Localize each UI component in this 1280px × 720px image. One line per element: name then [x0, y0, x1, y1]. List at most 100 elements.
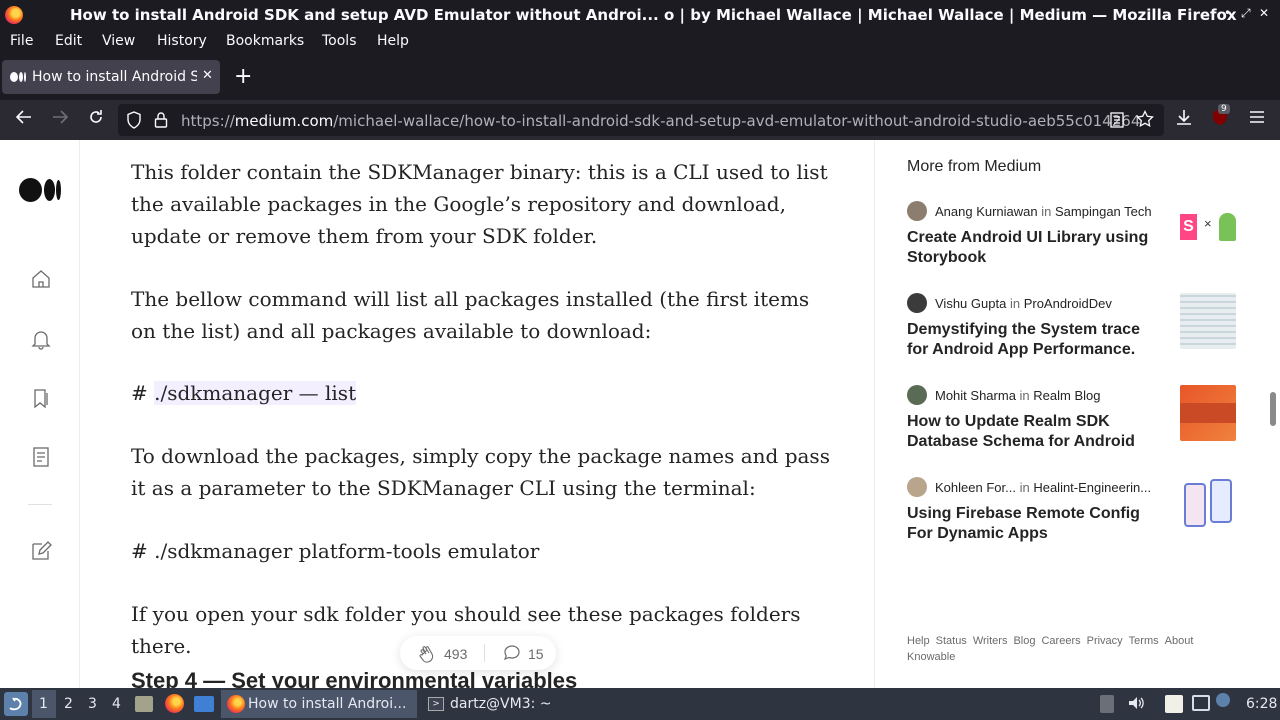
workspace-3[interactable]: 3 — [88, 696, 97, 712]
menu-file[interactable]: File — [10, 33, 33, 49]
file-manager-icon[interactable] — [135, 696, 153, 712]
terminal-icon: > — [428, 697, 444, 711]
write-icon[interactable] — [30, 540, 52, 566]
tab-active[interactable]: How to install Android SDK and setup AVD… — [2, 60, 220, 94]
story-card[interactable]: Vishu Gupta in ProAndroidDev Demystifyin… — [907, 293, 1237, 373]
footer-link-writers[interactable]: Writers — [973, 635, 1008, 647]
page-scrollbar[interactable] — [1270, 392, 1276, 426]
home-icon[interactable] — [30, 268, 52, 294]
task-label: How to install Androi... — [248, 696, 407, 712]
maximize-icon[interactable]: ⤢ — [1241, 6, 1251, 21]
update-notifier-icon[interactable] — [1216, 693, 1230, 707]
lists-bookmark-icon[interactable] — [30, 387, 52, 413]
story-title[interactable]: Using Firebase Remote Config For Dynamic… — [907, 504, 1157, 544]
paragraph: To download the packages, simply copy th… — [131, 444, 830, 500]
avatar[interactable] — [907, 477, 927, 497]
rail-divider — [28, 504, 52, 505]
reload-icon[interactable] — [87, 108, 105, 131]
footer-links: Help Status Writers Blog Careers Privacy Terms… — [907, 633, 1207, 665]
notifications-bell-icon[interactable] — [30, 328, 52, 354]
story-title[interactable]: Create Android UI Library using Storyboo… — [907, 228, 1157, 268]
menu-edit[interactable]: Edit — [55, 33, 82, 49]
menu-bar: File Edit View History Bookmarks Tools H… — [0, 30, 1280, 54]
avatar[interactable] — [907, 201, 927, 221]
story-thumbnail[interactable] — [1180, 477, 1236, 533]
taskbar: 1 2 3 4 How to install Androi... > dartz… — [0, 688, 1280, 720]
lock-icon[interactable] — [154, 111, 168, 133]
stories-icon[interactable] — [30, 446, 52, 472]
workspace-2[interactable]: 2 — [64, 696, 73, 712]
notes-icon[interactable] — [1165, 695, 1183, 713]
story-author[interactable]: Kohleen For... in Healint-Engineerin... — [935, 480, 1151, 495]
footer-link-terms[interactable]: Terms — [1129, 635, 1159, 647]
story-thumbnail[interactable]: S × — [1180, 201, 1236, 257]
firefox-task-icon — [227, 695, 245, 713]
bookmark-star-icon[interactable] — [1136, 109, 1154, 132]
desktop-icon[interactable] — [194, 696, 214, 712]
firefox-launcher-icon[interactable] — [165, 694, 184, 713]
paragraph: This folder contain the SDKManager binar… — [131, 160, 828, 248]
story-author[interactable]: Mohit Sharma in Realm Blog — [935, 388, 1101, 403]
clap-bar: 493 15 — [400, 636, 556, 670]
url-bar[interactable]: https://medium.com/michael-wallace/how-t… — [118, 104, 1164, 136]
story-thumbnail[interactable] — [1180, 385, 1236, 441]
sidebar-heading: More from Medium — [907, 158, 1042, 175]
story-card[interactable]: Mohit Sharma in Realm Blog How to Update… — [907, 385, 1237, 465]
menu-tools[interactable]: Tools — [322, 33, 357, 49]
url-text[interactable]: https://medium.com/michael-wallace/how-t… — [181, 112, 1140, 130]
workspace-1[interactable]: 1 — [39, 696, 48, 712]
menu-history[interactable]: History — [157, 33, 207, 49]
comment-count: 15 — [528, 646, 544, 662]
story-thumbnail[interactable] — [1180, 293, 1236, 349]
footer-link-blog[interactable]: Blog — [1013, 635, 1035, 647]
story-card[interactable]: Kohleen For... in Healint-Engineerin... … — [907, 477, 1237, 557]
clipboard-icon[interactable] — [1100, 695, 1114, 713]
paragraph: The bellow command will list all package… — [131, 287, 810, 343]
footer-link-careers[interactable]: Careers — [1041, 635, 1080, 647]
clock[interactable]: 6:28 — [1246, 696, 1277, 712]
volume-icon[interactable] — [1127, 694, 1145, 716]
clap-divider — [484, 644, 485, 662]
story-title[interactable]: Demystifying the System trace for Androi… — [907, 320, 1157, 360]
forward-icon[interactable] — [51, 108, 69, 131]
window-titlebar: How to install Android SDK and setup AVD… — [0, 0, 1280, 30]
task-terminal[interactable]: > dartz@VM3: ~ — [421, 690, 581, 718]
menu-bookmarks[interactable]: Bookmarks — [226, 33, 304, 49]
story-title[interactable]: How to Update Realm SDK Database Schema … — [907, 412, 1157, 452]
footer-link-about[interactable]: About — [1165, 635, 1194, 647]
avatar[interactable] — [907, 293, 927, 313]
minimize-icon[interactable]: • — [1224, 6, 1231, 20]
extension-badge: 9 — [1218, 104, 1230, 114]
task-firefox[interactable]: How to install Androi... — [221, 690, 417, 718]
story-card[interactable]: Anang Kurniawan in Sampingan Tech Create… — [907, 201, 1237, 281]
footer-link-help[interactable]: Help — [907, 635, 930, 647]
comment-icon[interactable] — [503, 644, 521, 665]
close-tab-icon[interactable]: ✕ — [202, 68, 213, 83]
footer-link-knowable[interactable]: Knowable — [907, 651, 955, 663]
close-window-icon[interactable]: ✕ — [1259, 6, 1269, 20]
menu-help[interactable]: Help — [377, 33, 409, 49]
clap-icon[interactable] — [417, 644, 437, 667]
workspace-4[interactable]: 4 — [112, 696, 121, 712]
story-author[interactable]: Anang Kurniawan in Sampingan Tech — [935, 204, 1152, 219]
display-icon[interactable] — [1192, 695, 1210, 711]
menu-view[interactable]: View — [102, 33, 135, 49]
new-tab-button[interactable]: + — [234, 64, 252, 89]
avatar[interactable] — [907, 385, 927, 405]
clap-count: 493 — [444, 646, 468, 662]
start-menu-icon[interactable] — [4, 692, 28, 716]
reader-view-icon[interactable] — [1110, 112, 1124, 132]
hamburger-menu-icon[interactable] — [1248, 108, 1266, 131]
downloads-icon[interactable] — [1175, 108, 1193, 131]
highlighted-text[interactable]: ./sdkmanager — list — [154, 381, 357, 405]
tracking-shield-icon[interactable] — [126, 111, 142, 133]
tab-title: How to install Android SDK and setup AVD… — [32, 69, 197, 85]
footer-link-status[interactable]: Status — [936, 635, 967, 647]
story-author[interactable]: Vishu Gupta in ProAndroidDev — [935, 296, 1112, 311]
left-rail — [0, 140, 80, 688]
code-line: # ./sdkmanager — list — [131, 381, 357, 405]
medium-logo[interactable] — [19, 178, 61, 202]
footer-link-privacy[interactable]: Privacy — [1087, 635, 1123, 647]
back-icon[interactable] — [15, 108, 33, 131]
code-line: # ./sdkmanager platform-tools emulator — [131, 539, 540, 563]
